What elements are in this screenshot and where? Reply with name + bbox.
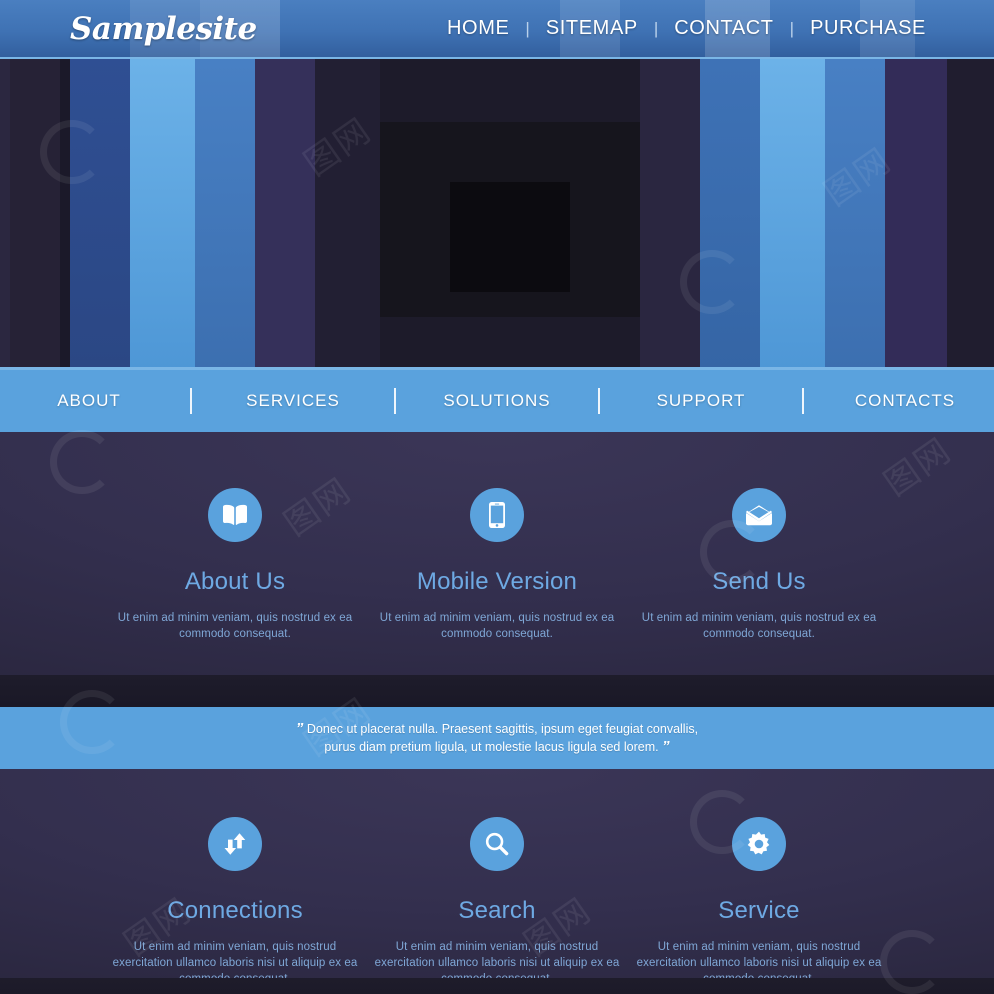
- feature-card-connections[interactable]: Connections Ut enim ad minim veniam, qui…: [106, 817, 364, 978]
- hero-stripe: [760, 59, 825, 370]
- subnav-slot: ABOUT: [28, 391, 150, 411]
- subnav-item-contacts[interactable]: CONTACTS: [855, 391, 955, 410]
- feature-description: Ut enim ad minim veniam, quis nostrud ex…: [374, 941, 620, 978]
- feature-description: Ut enim ad minim veniam, quis nostrud ex…: [117, 612, 353, 640]
- secondary-navigation: ABOUT SERVICES SOLUTIONS SUPPORT CONTACT…: [0, 370, 994, 432]
- feature-card-search[interactable]: Search Ut enim ad minim veniam, quis nos…: [368, 817, 626, 978]
- feature-card-list: Connections Ut enim ad minim veniam, qui…: [0, 817, 994, 978]
- topnav-item-contact[interactable]: CONTACT: [658, 17, 789, 40]
- hero-stripe: [195, 59, 255, 370]
- subnav-divider: [598, 388, 600, 414]
- envelope-icon: [732, 488, 786, 542]
- quote-line-1: Donec ut placerat nulla. Praesent sagitt…: [306, 722, 699, 736]
- quote-line-2: purus diam pretium ligula, ut molestie l…: [324, 740, 659, 754]
- subnav-slot: SERVICES: [232, 391, 354, 411]
- feature-card-mobile-version[interactable]: Mobile Version Ut enim ad minim veniam, …: [368, 488, 626, 642]
- feature-card-about-us[interactable]: About Us Ut enim ad minim veniam, quis n…: [106, 488, 364, 642]
- features-section-top: About Us Ut enim ad minim veniam, quis n…: [0, 432, 994, 675]
- hero-stripe: [315, 59, 380, 370]
- hero-stripe: [130, 59, 195, 370]
- topnav-item-sitemap[interactable]: SITEMAP: [530, 17, 654, 40]
- hero-stripe: [60, 59, 70, 370]
- hero-banner: [0, 57, 994, 370]
- hero-stripe: [0, 59, 10, 370]
- footer-divider-strip: [0, 978, 994, 994]
- section-divider-strip: [0, 675, 994, 707]
- feature-description: Ut enim ad minim veniam, quis nostrud ex…: [379, 612, 615, 640]
- topnav-item-home[interactable]: HOME: [431, 17, 525, 40]
- feature-card-send-us[interactable]: Send Us Ut enim ad minim veniam, quis no…: [630, 488, 888, 642]
- subnav-item-services[interactable]: SERVICES: [246, 391, 340, 410]
- subnav-slot: CONTACTS: [844, 391, 966, 411]
- feature-title: Send Us: [712, 568, 806, 595]
- subnav-item-solutions[interactable]: SOLUTIONS: [443, 391, 550, 410]
- subnav-item-about[interactable]: ABOUT: [57, 391, 121, 410]
- site-logo[interactable]: Samplesite: [70, 11, 257, 47]
- hero-stripe: [700, 59, 760, 370]
- subnav-slot: SUPPORT: [640, 391, 762, 411]
- hero-stripe: [70, 59, 130, 370]
- feature-card-service[interactable]: Service Ut enim ad minim veniam, quis no…: [630, 817, 888, 978]
- quote-banner: ” Donec ut placerat nulla. Praesent sagi…: [0, 707, 994, 769]
- mobile-phone-icon: [470, 488, 524, 542]
- topnav-item-purchase[interactable]: PURCHASE: [794, 17, 942, 40]
- hero-stripe: [885, 59, 947, 370]
- page-root: Samplesite HOME | SITEMAP | CONTACT | PU…: [0, 0, 994, 994]
- subnav-slot: SOLUTIONS: [436, 391, 558, 411]
- subnav-item-support[interactable]: SUPPORT: [657, 391, 746, 410]
- search-icon: [470, 817, 524, 871]
- hero-stripe: [825, 59, 885, 370]
- quote-content: ” Donec ut placerat nulla. Praesent sagi…: [296, 720, 698, 756]
- quote-open-mark: ”: [295, 720, 304, 737]
- transfer-arrows-icon: [208, 817, 262, 871]
- nav-separator: |: [653, 18, 659, 38]
- hero-center-box-inner: [450, 182, 570, 292]
- subnav-divider: [190, 388, 192, 414]
- subnav-divider: [802, 388, 804, 414]
- primary-navigation: HOME | SITEMAP | CONTACT | PURCHASE: [431, 17, 942, 40]
- quote-close-mark: ”: [662, 738, 670, 755]
- feature-description: Ut enim ad minim veniam, quis nostrud ex…: [636, 941, 882, 978]
- hero-stripe: [640, 59, 700, 370]
- site-header: Samplesite HOME | SITEMAP | CONTACT | PU…: [0, 0, 994, 57]
- hero-stripe: [255, 59, 315, 370]
- hero-stripe: [947, 59, 994, 370]
- feature-card-list: About Us Ut enim ad minim veniam, quis n…: [0, 488, 994, 642]
- hero-stripe: [10, 59, 60, 370]
- feature-title: Mobile Version: [416, 568, 578, 595]
- feature-title: Search: [458, 897, 536, 924]
- feature-title: Connections: [167, 897, 303, 924]
- nav-separator: |: [525, 18, 530, 38]
- book-icon: [208, 488, 262, 542]
- feature-description: Ut enim ad minim veniam, quis nostrud ex…: [112, 941, 358, 978]
- features-section-bottom: Connections Ut enim ad minim veniam, qui…: [0, 769, 994, 978]
- feature-title: About Us: [184, 568, 286, 595]
- gear-icon: [732, 817, 786, 871]
- subnav-divider: [394, 388, 396, 414]
- feature-title: Service: [718, 897, 800, 924]
- nav-separator: |: [789, 18, 795, 38]
- feature-description: Ut enim ad minim veniam, quis nostrud ex…: [641, 612, 877, 640]
